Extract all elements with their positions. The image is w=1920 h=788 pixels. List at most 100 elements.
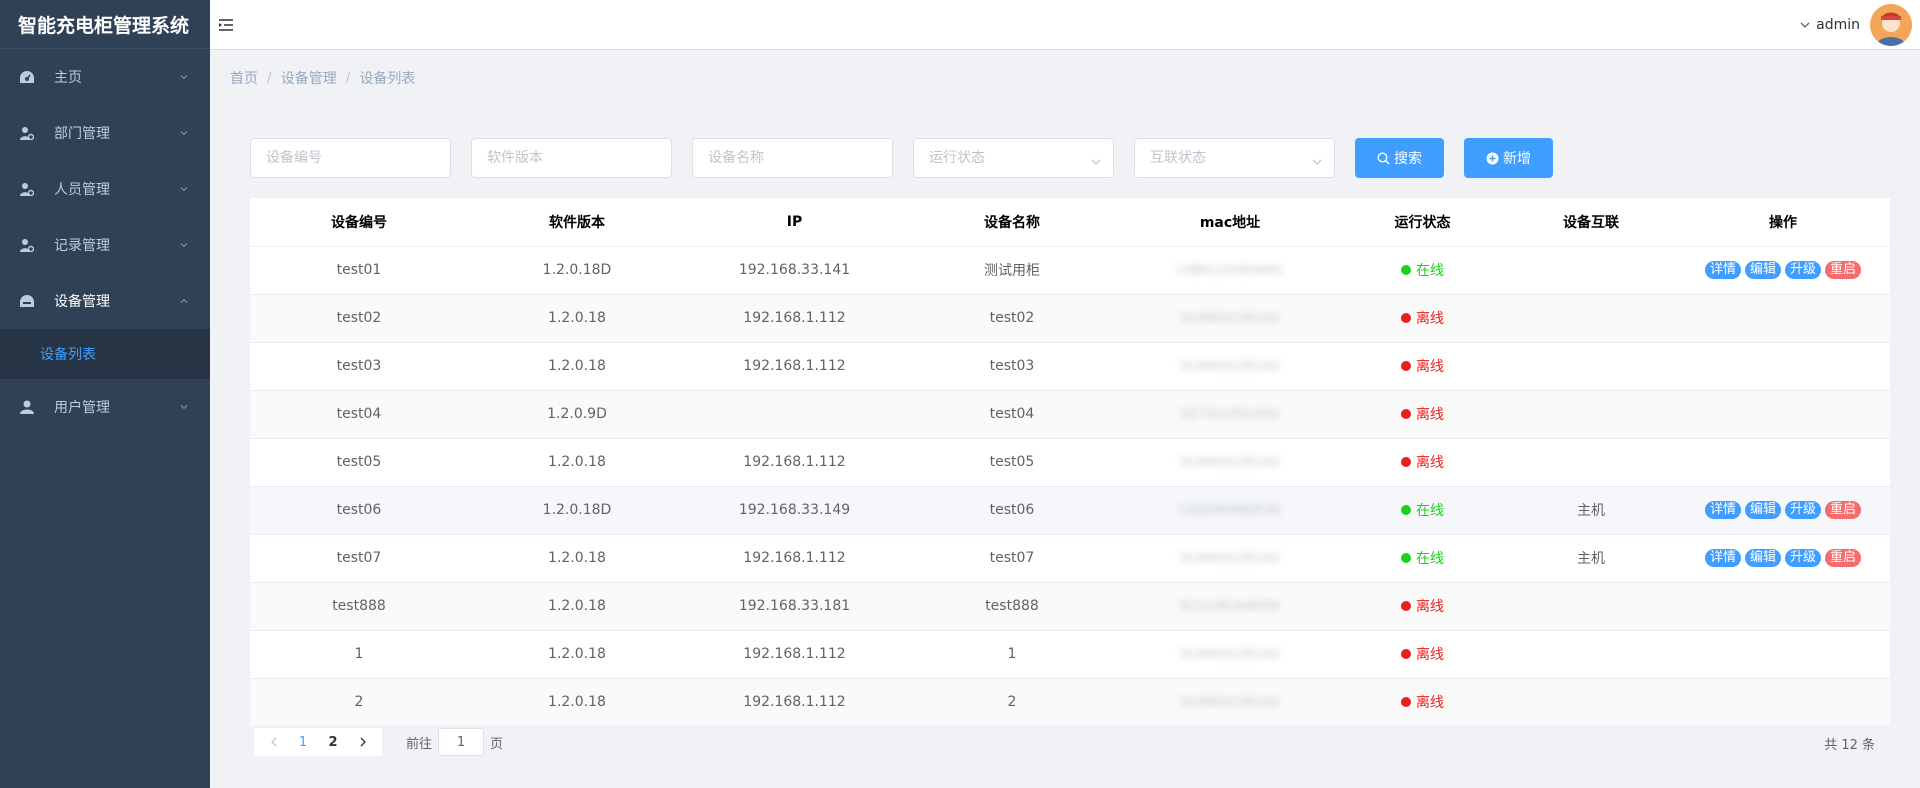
restart-button[interactable]: 重启 [1825,501,1862,519]
sidebar-item-home[interactable]: 主页 [0,49,210,105]
cell-actions: 详情 编辑 升级 重启 [1676,246,1890,295]
status-badge: 离线 [1401,452,1444,472]
plus-circle-icon [1486,152,1499,165]
status-text: 在线 [1416,263,1444,279]
column-header: 操作 [1676,198,1890,247]
run-status-input[interactable] [929,150,1098,166]
sidebar-subitem-device-list[interactable]: 设备列表 [0,329,210,379]
interconnect-status-input[interactable] [1150,150,1319,166]
cell-device-no: test888 [250,582,468,631]
cell-software-version: 1.2.0.18 [468,678,686,727]
cell-software-version: 1.2.0.18 [468,630,686,679]
detail-button[interactable]: 详情 [1704,261,1741,279]
cell-ip: 192.168.1.112 [686,630,903,679]
offline-dot-icon [1401,601,1411,611]
detail-button[interactable]: 详情 [1704,549,1741,567]
status-text: 离线 [1416,647,1444,663]
table-row: test888 1.2.0.18 192.168.33.181 test888 EC1C… [250,582,1890,631]
cell-device-no: 1 [250,630,468,679]
cell-mac: 5E7321FD1930 [1121,390,1339,439]
row-actions: 详情 编辑 升级 重启 [1704,501,1862,519]
cell-device-name: test888 [903,582,1121,631]
dashboard-icon [20,70,34,84]
edit-button[interactable]: 编辑 [1744,501,1781,519]
avatar[interactable] [1870,4,1912,46]
search-button[interactable]: 搜索 [1355,138,1444,178]
sidebar-menu: 主页 部门管理 人员管理 记录管理 设备管理 设备列表 用户管理 [0,49,210,435]
status-badge: 离线 [1401,596,1444,616]
mac-address: 5C0602C3EC62 [1180,311,1280,325]
cell-ip: 192.168.33.149 [686,486,903,535]
cell-device-name: test02 [903,294,1121,343]
offline-dot-icon [1401,649,1411,659]
breadcrumb-device-management[interactable]: 设备管理 [281,68,337,88]
detail-button[interactable]: 详情 [1704,501,1741,519]
page-jumper: 前往 页 [406,728,503,756]
run-status-select[interactable] [913,138,1114,178]
offline-dot-icon [1401,361,1411,371]
mac-address: 5E7321FD1930 [1180,407,1280,421]
goto-field[interactable] [438,728,485,756]
user-gear-icon [20,238,34,252]
table-row: test06 1.2.0.18D 192.168.33.149 test06 C92D4… [250,486,1890,535]
mac-address: 5C0602C3EC62 [1180,695,1280,709]
goto-prefix: 前往 [406,736,433,752]
breadcrumb-separator: / [267,70,272,86]
add-button[interactable]: 新增 [1464,138,1553,178]
page-button[interactable]: 2 [318,728,348,756]
upgrade-button[interactable]: 升级 [1785,549,1822,567]
upgrade-button[interactable]: 升级 [1785,261,1822,279]
sidebar-item-department[interactable]: 部门管理 [0,105,210,161]
cell-mac: 5C0602C3EC62 [1121,342,1339,391]
goto-page-input[interactable] [443,734,480,750]
cell-mac: 5C0602C3EC62 [1121,678,1339,727]
cell-run-status: 离线 [1339,342,1506,391]
status-text: 离线 [1416,311,1444,327]
cell-actions [1676,438,1890,487]
status-text: 离线 [1416,407,1444,423]
interconnect-status-select[interactable] [1134,138,1335,178]
offline-dot-icon [1401,457,1411,467]
edit-button[interactable]: 编辑 [1744,549,1781,567]
device-no-input[interactable] [266,150,435,166]
cell-mac: 5C0602C3EC62 [1121,630,1339,679]
user-menu[interactable]: admin [1800,0,1912,50]
sidebar: 智能充电柜管理系统 主页 部门管理 人员管理 记录管理 设备管理 设备列表 用户… [0,0,210,788]
cell-actions: 详情 编辑 升级 重启 [1676,534,1890,583]
device-name-input[interactable] [708,150,877,166]
sidebar-item-personnel[interactable]: 人员管理 [0,161,210,217]
breadcrumb-home[interactable]: 首页 [230,68,258,88]
cell-software-version: 1.2.0.18D [468,486,686,535]
mac-address: EC1C4E3A6009 [1180,599,1280,613]
cell-device-name: test07 [903,534,1121,583]
chevron-down-icon [1800,17,1810,33]
edit-button[interactable]: 编辑 [1744,261,1781,279]
column-header: 设备编号 [250,198,468,247]
cell-actions [1676,294,1890,343]
restart-button[interactable]: 重启 [1825,261,1862,279]
device-icon [20,294,34,308]
restart-button[interactable]: 重启 [1825,549,1862,567]
cell-device-name: test04 [903,390,1121,439]
pager: 1 2 [254,728,382,756]
software-version-input[interactable] [487,150,656,166]
next-page-button[interactable] [348,728,378,756]
device-name-field[interactable] [692,138,893,178]
hamburger-toggle-icon[interactable] [216,15,236,35]
sidebar-item-records[interactable]: 记录管理 [0,217,210,273]
device-no-field[interactable] [250,138,451,178]
prev-page-button[interactable] [258,728,288,756]
page-button[interactable]: 1 [288,728,318,756]
offline-dot-icon [1401,697,1411,707]
cell-run-status: 离线 [1339,390,1506,439]
cell-device-name: 测试用柜 [903,246,1121,295]
upgrade-button[interactable]: 升级 [1785,501,1822,519]
cell-software-version: 1.2.0.18 [468,582,686,631]
sidebar-item-users[interactable]: 用户管理 [0,379,210,435]
sidebar-item-devices[interactable]: 设备管理 [0,273,210,329]
cell-software-version: 1.2.0.18D [468,246,686,295]
table-header-row: 设备编号 软件版本 IP 设备名称 mac地址 运行状态 设备互联 操作 [250,198,1890,247]
software-version-field[interactable] [471,138,672,178]
mac-address: 5C0602C3EC62 [1180,647,1280,661]
status-badge: 离线 [1401,308,1444,328]
